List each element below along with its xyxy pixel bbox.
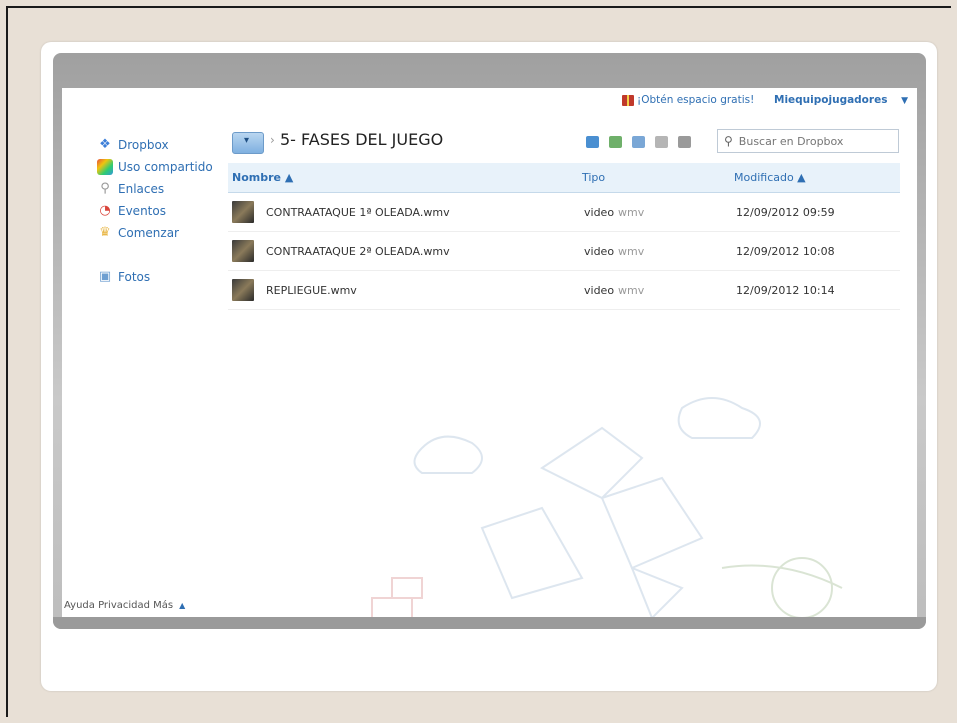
search-icon: ⚲ <box>724 134 733 148</box>
trash-icon[interactable] <box>678 136 691 148</box>
file-ext: wmv <box>618 244 645 258</box>
file-kind: video <box>584 283 615 297</box>
column-type[interactable]: Tipo <box>582 171 734 184</box>
file-modified: 12/09/2012 10:14 <box>736 283 835 297</box>
rainbow-icon <box>97 159 113 175</box>
file-ext: wmv <box>618 205 645 219</box>
folder-menu-button[interactable] <box>232 132 264 154</box>
sidebar-item-label: Enlaces <box>118 182 165 196</box>
new-folder-icon[interactable] <box>609 136 622 148</box>
file-name[interactable]: CONTRAATAQUE 1ª OLEADA.wmv <box>266 206 584 219</box>
breadcrumb-separator: › <box>270 133 275 147</box>
sidebar-item-get-started[interactable]: ♛ Comenzar <box>97 222 227 244</box>
sidebar-item-sharing[interactable]: Uso compartido <box>97 156 227 178</box>
toolbar <box>586 136 691 148</box>
sidebar-item-events[interactable]: ◔ Eventos <box>97 200 227 222</box>
table-row[interactable]: CONTRAATAQUE 1ª OLEADA.wmv video wmv 12/0… <box>228 193 900 232</box>
photo-icon: ▣ <box>98 269 112 284</box>
file-kind: video <box>584 244 615 258</box>
sidebar-item-label: Dropbox <box>118 138 169 152</box>
file-type: video wmv <box>584 206 736 219</box>
search-box[interactable]: ⚲ <box>717 129 899 153</box>
sidebar: ❖ Dropbox Uso compartido ⚲ Enlaces ◔ Eve… <box>97 134 227 288</box>
table-header: Nombre ▲ Tipo Modificado ▲ <box>228 163 900 193</box>
dropbox-screen: ¡Obtén espacio gratis! Miequipojugadores… <box>62 88 917 617</box>
sidebar-item-links[interactable]: ⚲ Enlaces <box>97 178 227 200</box>
video-thumbnail <box>232 279 254 301</box>
chevron-down-icon: ▼ <box>901 96 909 106</box>
table-row[interactable]: CONTRAATAQUE 2ª OLEADA.wmv video wmv 12/0… <box>228 232 900 271</box>
page-title: 5- FASES DEL JUEGO <box>280 130 444 149</box>
paperclip-link-icon[interactable] <box>655 136 668 148</box>
file-kind: video <box>584 205 615 219</box>
search-input[interactable] <box>736 133 891 149</box>
video-thumbnail <box>232 240 254 262</box>
footer-label: Ayuda Privacidad Más <box>64 600 174 611</box>
file-ext: wmv <box>618 283 645 297</box>
file-name[interactable]: CONTRAATAQUE 2ª OLEADA.wmv <box>266 245 584 258</box>
file-table: Nombre ▲ Tipo Modificado ▲ CONTRAATAQUE … <box>228 163 900 310</box>
sidebar-item-label: Fotos <box>118 270 151 284</box>
sidebar-item-label: Comenzar <box>118 226 179 240</box>
file-type: video wmv <box>584 284 736 297</box>
column-modified[interactable]: Modificado ▲ <box>734 171 806 184</box>
file-modified: 12/09/2012 09:59 <box>736 205 835 219</box>
sidebar-item-dropbox[interactable]: ❖ Dropbox <box>97 134 227 156</box>
user-name: Miequipojugadores <box>774 94 888 106</box>
shared-folder-icon[interactable] <box>632 136 645 148</box>
file-type: video wmv <box>584 245 736 258</box>
watermark-illustration <box>371 397 843 617</box>
table-row[interactable]: REPLIEGUE.wmv video wmv 12/09/2012 10:14 <box>228 271 900 310</box>
user-menu[interactable]: Miequipojugadores ▼ <box>774 94 908 106</box>
paperclip-icon: ⚲ <box>100 181 110 196</box>
chevron-up-icon: ▲ <box>179 601 186 610</box>
dropbox-icon: ❖ <box>99 137 111 152</box>
file-name[interactable]: REPLIEGUE.wmv <box>266 284 584 297</box>
upload-icon[interactable] <box>586 136 599 148</box>
cake-icon: ♛ <box>99 225 111 240</box>
sidebar-item-label: Eventos <box>118 204 166 218</box>
free-space-link[interactable]: ¡Obtén espacio gratis! <box>622 94 754 106</box>
footer-links[interactable]: Ayuda Privacidad Más ▲ <box>64 600 185 611</box>
gift-icon <box>622 94 634 106</box>
video-thumbnail <box>232 201 254 223</box>
clock-icon: ◔ <box>99 203 111 218</box>
sidebar-item-photos[interactable]: ▣ Fotos <box>97 266 227 288</box>
free-space-label: ¡Obtén espacio gratis! <box>637 94 755 106</box>
sidebar-item-label: Uso compartido <box>118 160 213 174</box>
folder-header: › 5- FASES DEL JUEGO ⚲ <box>232 128 902 158</box>
column-name[interactable]: Nombre ▲ <box>228 171 582 184</box>
file-modified: 12/09/2012 10:08 <box>736 244 835 258</box>
window-bottom-edge <box>53 617 926 629</box>
